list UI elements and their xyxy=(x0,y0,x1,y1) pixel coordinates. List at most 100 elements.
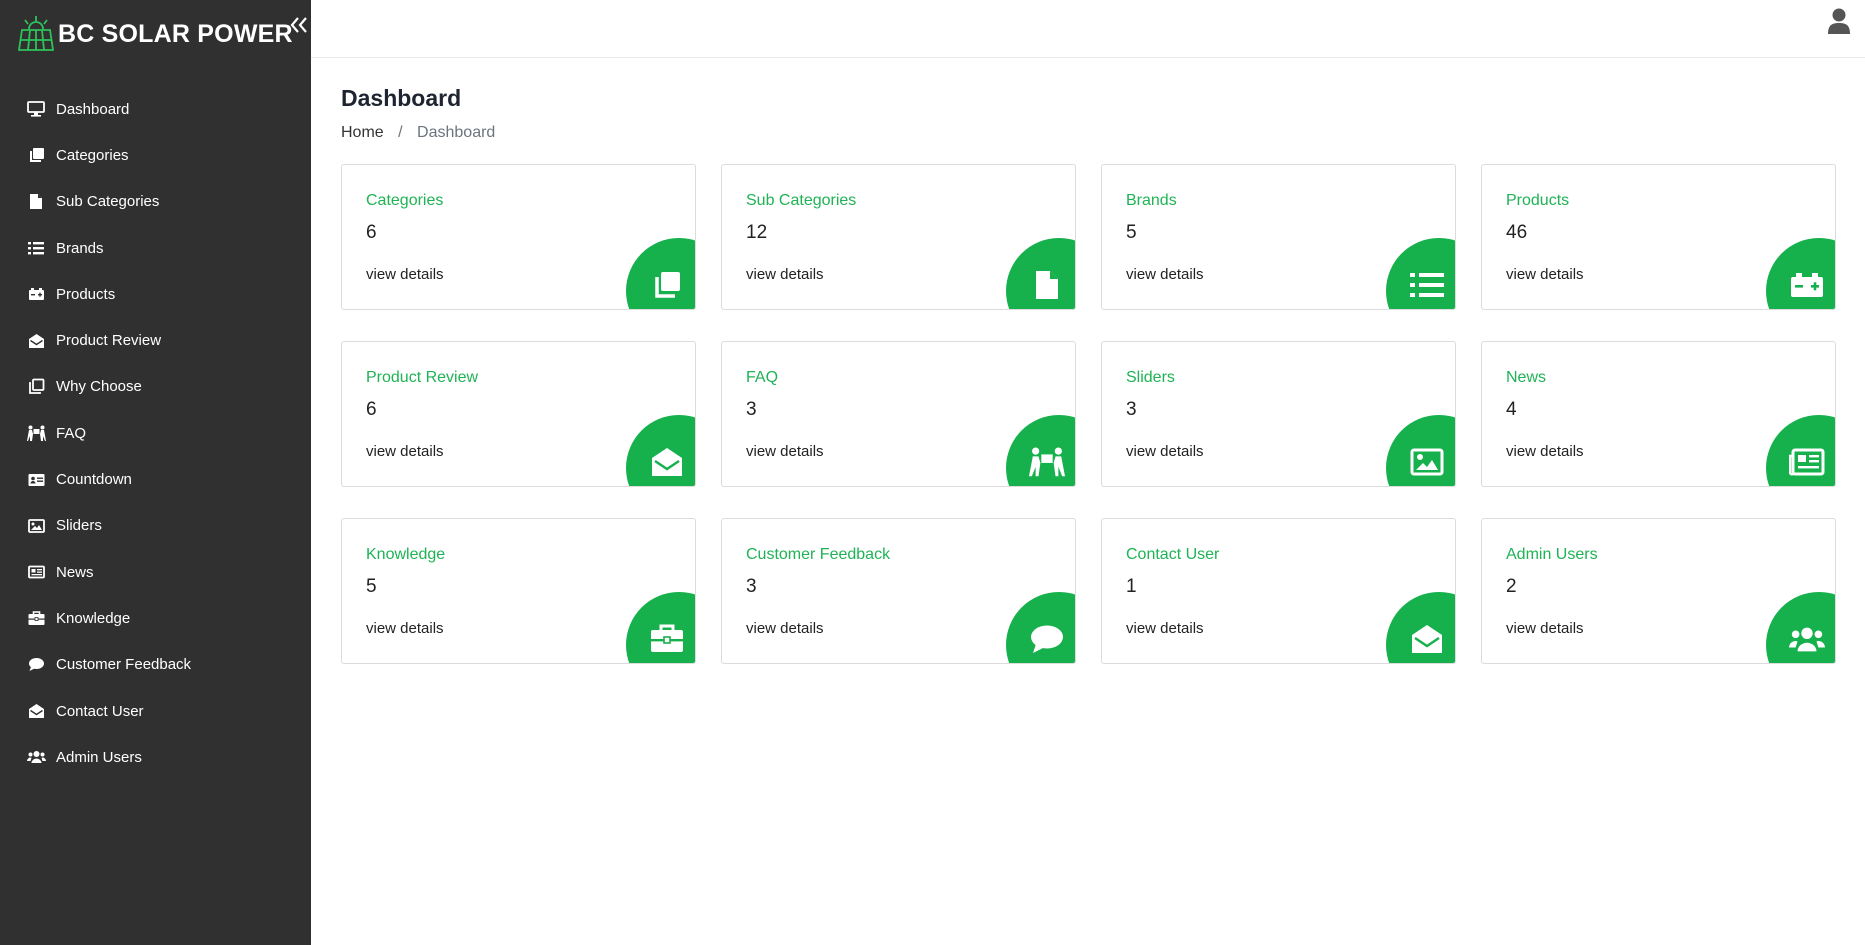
view-details-link[interactable]: view details xyxy=(366,443,444,460)
sidebar: BC SOLAR POWER Dashboard Categories Sub … xyxy=(0,0,311,945)
stat-card-sliders[interactable]: Sliders 3 view details xyxy=(1101,341,1456,487)
sidebar-item-label: Customer Feedback xyxy=(56,656,192,674)
topbar xyxy=(311,0,1865,58)
newspaper-icon xyxy=(1789,444,1825,480)
list-icon xyxy=(26,238,46,258)
sidebar-item-customer-feedback[interactable]: Customer Feedback xyxy=(0,642,311,688)
card-count: 6 xyxy=(366,222,377,243)
view-details-link[interactable]: view details xyxy=(366,620,444,637)
card-title: Sub Categories xyxy=(746,192,857,209)
sidebar-item-label: Why Choose xyxy=(56,378,142,396)
sidebar-item-brands[interactable]: Brands xyxy=(0,225,311,271)
view-details-link[interactable]: view details xyxy=(1126,266,1204,283)
stat-card-sub-categories[interactable]: Sub Categories 12 view details xyxy=(721,164,1076,310)
view-details-link[interactable]: view details xyxy=(746,443,824,460)
collapse-sidebar-icon[interactable] xyxy=(289,14,309,36)
sidebar-item-label: Products xyxy=(56,285,116,303)
stat-card-contact-user[interactable]: Contact User 1 view details xyxy=(1101,518,1456,664)
solar-panel-logo-icon xyxy=(17,16,55,51)
card-title: Sliders xyxy=(1126,369,1175,386)
stat-card-products[interactable]: Products 46 view details xyxy=(1481,164,1836,310)
envelope-open-icon xyxy=(649,444,685,480)
breadcrumb-current: Dashboard xyxy=(417,124,496,141)
briefcase-icon xyxy=(649,621,685,657)
card-title: Knowledge xyxy=(366,546,446,563)
sidebar-item-label: News xyxy=(56,563,94,581)
sidebar-item-categories[interactable]: Categories xyxy=(0,132,311,178)
view-details-link[interactable]: view details xyxy=(1506,620,1584,637)
people-carry-icon xyxy=(26,423,46,443)
sidebar-item-contact-user[interactable]: Contact User xyxy=(0,688,311,734)
sidebar-item-dashboard[interactable]: Dashboard xyxy=(0,86,311,132)
sidebar-item-sub-categories[interactable]: Sub Categories xyxy=(0,179,311,225)
stat-card-categories[interactable]: Categories 6 view details xyxy=(341,164,696,310)
card-count: 1 xyxy=(1126,576,1137,597)
card-title: Customer Feedback xyxy=(746,546,891,563)
list-icon xyxy=(1409,267,1445,303)
sidebar-item-knowledge[interactable]: Knowledge xyxy=(0,595,311,641)
newspaper-icon xyxy=(26,562,46,582)
envelope-open-icon xyxy=(26,331,46,351)
view-details-link[interactable]: view details xyxy=(1126,620,1204,637)
sidebar-item-label: Brands xyxy=(56,239,104,257)
card-title: Products xyxy=(1506,192,1570,209)
envelope-open-icon xyxy=(1409,621,1445,657)
stat-card-brands[interactable]: Brands 5 view details xyxy=(1101,164,1456,310)
view-details-link[interactable]: view details xyxy=(366,266,444,283)
sidebar-item-sliders[interactable]: Sliders xyxy=(0,503,311,549)
sidebar-item-products[interactable]: Products xyxy=(0,271,311,317)
sidebar-item-label: FAQ xyxy=(56,424,87,442)
users-icon xyxy=(1789,621,1825,657)
stat-card-customer-feedback[interactable]: Customer Feedback 3 view details xyxy=(721,518,1076,664)
breadcrumb-home-link[interactable]: Home xyxy=(341,124,384,141)
card-count: 4 xyxy=(1506,399,1517,420)
card-title: Brands xyxy=(1126,192,1177,209)
image-icon xyxy=(1409,444,1445,480)
battery-icon xyxy=(1789,267,1825,303)
view-details-link[interactable]: view details xyxy=(1506,443,1584,460)
file-icon xyxy=(26,192,46,212)
battery-icon xyxy=(26,284,46,304)
copy-icon xyxy=(649,267,685,303)
sidebar-item-label: Admin Users xyxy=(56,748,142,766)
sidebar-item-label: Categories xyxy=(56,146,129,164)
card-title: Contact User xyxy=(1126,546,1220,563)
card-count: 3 xyxy=(1126,399,1137,420)
sidebar-item-why-choose[interactable]: Why Choose xyxy=(0,364,311,410)
sidebar-item-label: Knowledge xyxy=(56,609,131,627)
stat-card-news[interactable]: News 4 view details xyxy=(1481,341,1836,487)
stat-card-faq[interactable]: FAQ 3 view details xyxy=(721,341,1076,487)
envelope-open-icon xyxy=(26,701,46,721)
briefcase-icon xyxy=(26,608,46,628)
card-count: 3 xyxy=(746,576,757,597)
sidebar-item-admin-users[interactable]: Admin Users xyxy=(0,734,311,780)
view-details-link[interactable]: view details xyxy=(1506,266,1584,283)
sidebar-item-faq[interactable]: FAQ xyxy=(0,410,311,456)
stat-card-product-review[interactable]: Product Review 6 view details xyxy=(341,341,696,487)
app-title: BC SOLAR POWER xyxy=(58,19,293,48)
people-carry-icon xyxy=(1029,444,1065,480)
sidebar-item-product-review[interactable]: Product Review xyxy=(0,317,311,363)
stat-card-admin-users[interactable]: Admin Users 2 view details xyxy=(1481,518,1836,664)
breadcrumb: Home / Dashboard xyxy=(341,124,495,142)
card-count: 3 xyxy=(746,399,757,420)
clone-icon xyxy=(26,377,46,397)
card-count: 2 xyxy=(1506,576,1517,597)
view-details-link[interactable]: view details xyxy=(1126,443,1204,460)
sidebar-item-label: Contact User xyxy=(56,702,144,720)
card-title: Categories xyxy=(366,192,444,209)
user-icon[interactable] xyxy=(1827,7,1851,35)
sidebar-item-countdown[interactable]: Countdown xyxy=(0,456,311,502)
card-title: FAQ xyxy=(746,369,779,386)
card-count: 5 xyxy=(366,576,377,597)
view-details-link[interactable]: view details xyxy=(746,620,824,637)
sidebar-item-label: Sub Categories xyxy=(56,193,160,211)
image-icon xyxy=(26,516,46,536)
sidebar-item-news[interactable]: News xyxy=(0,549,311,595)
card-title: News xyxy=(1506,369,1547,386)
users-icon xyxy=(26,747,46,767)
stat-card-knowledge[interactable]: Knowledge 5 view details xyxy=(341,518,696,664)
view-details-link[interactable]: view details xyxy=(746,266,824,283)
sidebar-nav: Dashboard Categories Sub Categories Bran… xyxy=(0,86,311,780)
brand[interactable]: BC SOLAR POWER xyxy=(16,12,293,56)
